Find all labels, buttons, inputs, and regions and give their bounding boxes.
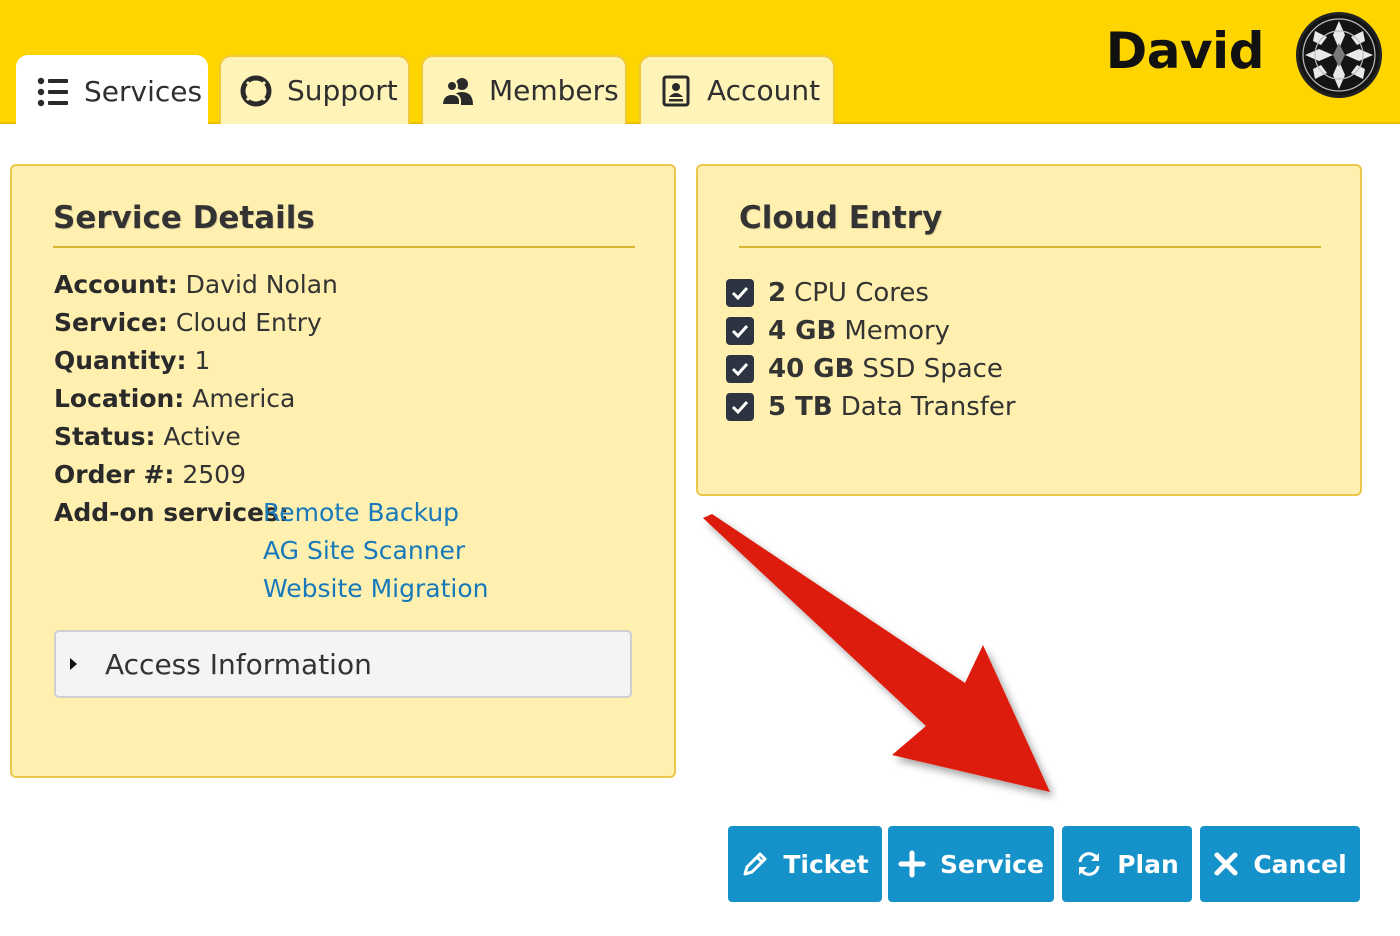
check-icon	[726, 355, 754, 383]
close-icon	[1213, 851, 1239, 877]
feature-memory: 4 GB Memory	[726, 316, 950, 346]
addon-link-remote-backup[interactable]: Remote Backup	[263, 498, 459, 527]
tab-support-label: Support	[287, 74, 398, 107]
access-information-toggle[interactable]: Access Information	[54, 630, 632, 698]
cancel-service-button[interactable]: Cancel	[1200, 826, 1360, 902]
detail-account: Account: David Nolan	[54, 270, 338, 299]
access-information-label: Access Information	[105, 647, 372, 681]
plan-title: Cloud Entry	[739, 200, 943, 236]
detail-quantity: Quantity: 1	[54, 346, 211, 375]
detail-service: Service: Cloud Entry	[54, 308, 322, 337]
check-icon	[726, 279, 754, 307]
addon-link-site-scanner[interactable]: AG Site Scanner	[263, 536, 465, 565]
user-name[interactable]: David	[1106, 22, 1265, 80]
detail-addons-label: Add-on services:	[54, 498, 289, 527]
check-icon	[726, 317, 754, 345]
tab-services[interactable]: Services	[16, 55, 208, 126]
ticket-button[interactable]: Ticket	[728, 826, 882, 902]
tab-support[interactable]: Support	[219, 55, 410, 124]
title-divider	[53, 246, 635, 248]
list-icon	[36, 75, 70, 109]
refresh-icon	[1075, 850, 1103, 878]
id-card-icon	[659, 74, 693, 108]
caret-right-icon	[70, 658, 77, 670]
user-avatar[interactable]	[1296, 12, 1382, 98]
add-service-button[interactable]: Service	[888, 826, 1054, 902]
users-icon	[441, 74, 475, 108]
detail-location: Location: America	[54, 384, 296, 413]
plus-icon	[898, 850, 926, 878]
addon-link-website-migration[interactable]: Website Migration	[263, 574, 488, 603]
detail-status: Status: Active	[54, 422, 241, 451]
tab-services-label: Services	[84, 75, 203, 108]
plan-panel: Cloud Entry 2 CPU Cores 4 GB Memory 40 GB S…	[696, 164, 1362, 496]
tab-members-label: Members	[489, 74, 619, 107]
feature-cpu: 2 CPU Cores	[726, 278, 929, 308]
check-icon	[726, 393, 754, 421]
tab-members[interactable]: Members	[421, 55, 627, 124]
service-details-panel: Service Details Account: David Nolan Ser…	[10, 164, 676, 778]
feature-storage: 40 GB SSD Space	[726, 354, 1003, 384]
feature-transfer: 5 TB Data Transfer	[726, 392, 1016, 422]
detail-order-number: Order #: 2509	[54, 460, 246, 489]
plan-title-divider	[739, 246, 1321, 248]
lifebuoy-icon	[239, 74, 273, 108]
pencil-icon	[741, 850, 769, 878]
service-details-title: Service Details	[53, 200, 315, 236]
tab-account-label: Account	[707, 74, 821, 107]
change-plan-button[interactable]: Plan	[1062, 826, 1192, 902]
tab-account[interactable]: Account	[639, 55, 835, 124]
